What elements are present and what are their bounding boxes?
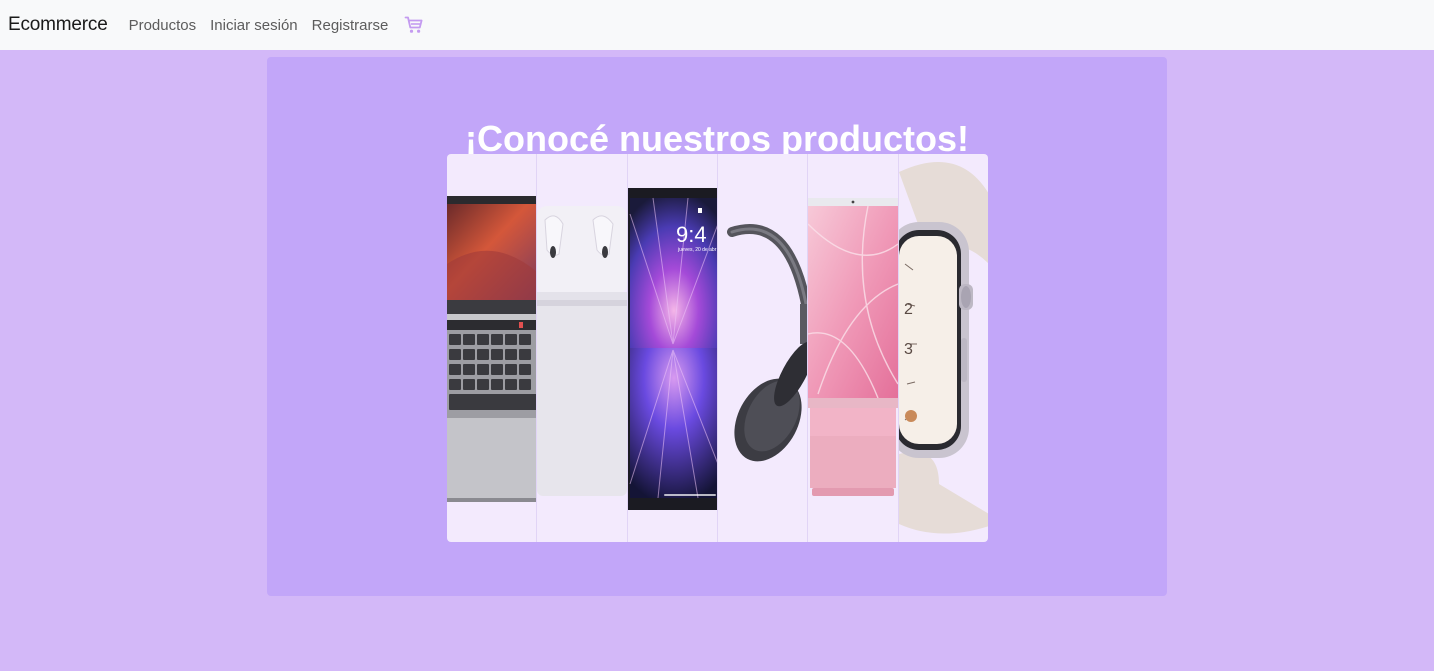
tablet-image[interactable]: 9:4 jueves, 20 de abr	[627, 154, 718, 542]
brand-link[interactable]: Ecommerce	[8, 14, 108, 36]
smartwatch-image[interactable]: 2 3	[898, 154, 988, 542]
hero-section: ¡Conocé nuestros productos! 9:4 jueves, …	[267, 57, 1167, 596]
tablet-date: jueves, 20 de abr	[677, 247, 717, 253]
navbar: Ecommerce Productos Iniciar sesión Regis…	[0, 0, 1434, 50]
nav-link-registrarse[interactable]: Registrarse	[312, 17, 389, 34]
tablet-clock: 9:4	[676, 222, 707, 247]
headphones-image[interactable]	[717, 154, 809, 542]
cart-icon[interactable]	[404, 15, 424, 35]
laptop-image[interactable]	[447, 154, 538, 542]
hero-title: ¡Conocé nuestros productos!	[464, 118, 970, 159]
earbuds-image[interactable]	[537, 154, 628, 542]
nav-link-iniciar-sesion[interactable]: Iniciar sesión	[210, 17, 298, 34]
nav-link-productos[interactable]: Productos	[129, 17, 197, 34]
desktop-monitor-image[interactable]	[808, 154, 899, 542]
svg-text:2: 2	[904, 301, 913, 318]
svg-text:3: 3	[904, 341, 913, 358]
product-gallery: 9:4 jueves, 20 de abr 2 3	[447, 154, 988, 542]
